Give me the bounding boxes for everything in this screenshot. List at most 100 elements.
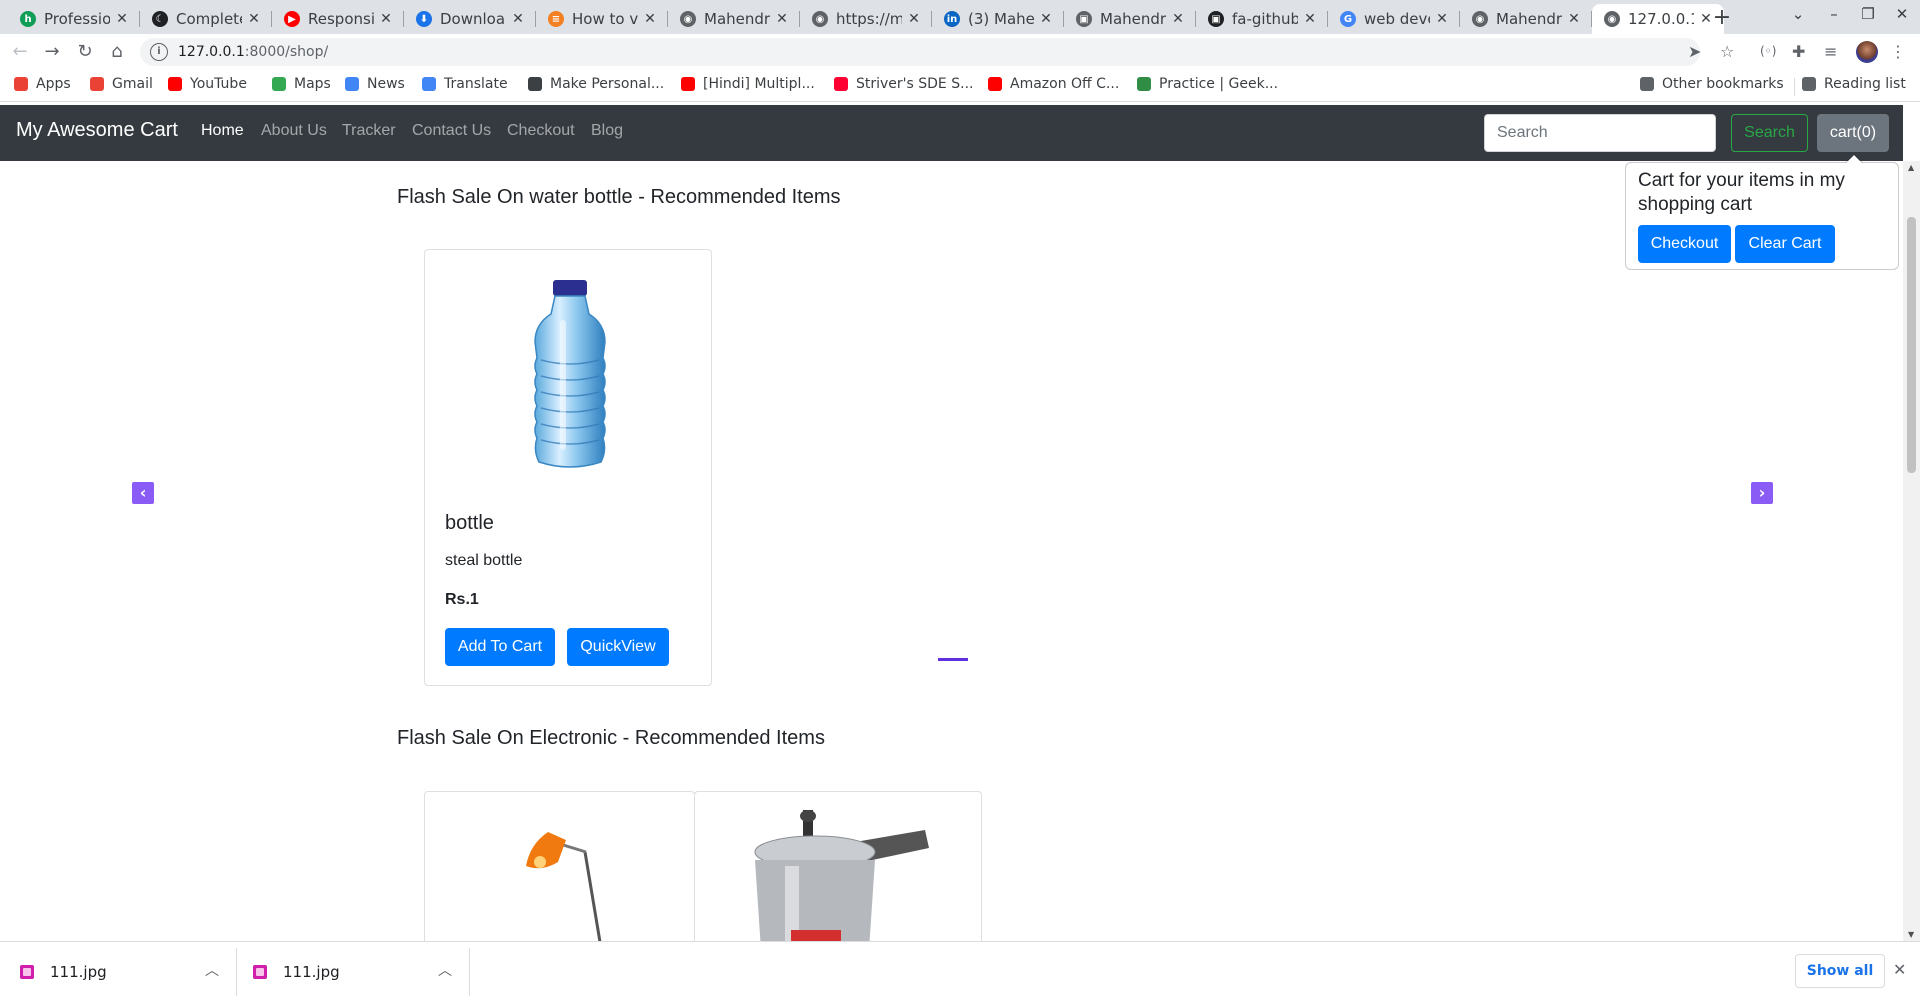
tab-close-icon[interactable]: ✕ [510,11,526,27]
tab-close-icon[interactable]: ✕ [246,11,262,27]
home-icon[interactable]: ⌂ [105,40,129,64]
bookmark-item[interactable]: Maps [272,76,331,92]
bookmark-item[interactable]: [Hindi] Multipl... [681,76,815,92]
tab-close-icon[interactable]: ✕ [642,11,658,27]
add-to-cart-button[interactable]: Add To Cart [445,628,555,666]
tab-close-icon[interactable]: ✕ [906,11,922,27]
bookmark-label: Amazon Off C... [1010,76,1120,92]
forward-icon[interactable]: → [40,40,64,64]
scroll-down-icon[interactable]: ▼ [1908,930,1914,939]
chevron-up-icon[interactable]: ︿ [438,960,452,980]
clear-cart-button[interactable]: Clear Cart [1735,225,1835,263]
send-icon[interactable]: ➤ [1688,42,1701,61]
reading-list-icon [1802,77,1816,91]
media-control-icon[interactable]: ≡ [1824,42,1837,61]
bookmark-item[interactable]: Apps [14,76,71,92]
download-item[interactable]: 111.jpg [20,942,220,1002]
tab-close-icon[interactable]: ✕ [1038,11,1054,27]
search-button[interactable]: Search [1731,114,1808,152]
close-window-icon[interactable]: ✕ [1887,5,1917,23]
browser-tab[interactable]: ◉127.0.0.1:✕ [1592,4,1724,34]
quickview-button[interactable]: QuickView [567,628,669,666]
browser-tab[interactable]: ◉ https://m ✕ [800,4,932,34]
browser-tab[interactable]: ◉ Mahendr ✕ [1460,4,1592,34]
download-item[interactable]: 111.jpg [253,942,453,1002]
extension-icon[interactable]: (◦) [1760,44,1776,58]
tab-close-icon[interactable]: ✕ [1566,11,1582,27]
tab-close-icon[interactable]: ✕ [378,11,394,27]
address-bar[interactable]: i 127.0.0.1:8000/shop/ [140,38,1700,66]
bookmark-favicon-icon [422,77,436,91]
nav-home[interactable]: Home [201,122,244,140]
scrollbar-thumb[interactable] [1907,217,1916,473]
new-tab-button[interactable]: + [1707,4,1737,32]
bookmark-label: Practice | Geek... [1159,76,1279,92]
reload-icon[interactable]: ↻ [73,40,97,64]
tab-close-icon[interactable]: ✕ [1434,11,1450,27]
show-all-button[interactable]: Show all [1795,954,1885,988]
bookmark-favicon-icon [90,77,104,91]
carousel-next-icon[interactable]: › [1751,482,1773,504]
cart-button[interactable]: cart(0) [1817,114,1889,152]
product-card: bottle steal bottle Rs.1 Add To Cart Qui… [424,249,712,686]
popover-text: Cart for your items in my shopping cart [1638,170,1845,215]
browser-tab[interactable]: ▶ Responsi ✕ [272,4,404,34]
bookmark-item[interactable]: Practice | Geek... [1137,76,1278,92]
nav-about[interactable]: About Us [261,122,327,140]
reading-list[interactable]: Reading list [1802,76,1906,92]
browser-tab[interactable]: h Professio ✕ [8,4,140,34]
scroll-up-icon[interactable]: ▲ [1908,163,1914,172]
tab-favicon-icon: ▣ [1208,11,1224,27]
tab-title: (3) Mahen [968,10,1034,28]
brand[interactable]: My Awesome Cart [16,119,178,142]
tab-title: Downloa [440,10,506,28]
restore-icon[interactable]: ❐ [1853,5,1883,23]
bookmark-label: Gmail [112,76,153,92]
browser-tab[interactable]: ▣ Mahendr ✕ [1064,4,1196,34]
tab-favicon-icon: in [944,11,960,27]
bookmark-item[interactable]: Gmail [90,76,153,92]
menu-icon[interactable]: ⋮ [1890,42,1906,61]
browser-tab[interactable]: in (3) Mahen✕ [932,4,1064,34]
browser-tab[interactable]: ☾ Complete ✕ [140,4,272,34]
bookmark-item[interactable]: YouTube [168,76,247,92]
extensions-puzzle-icon[interactable]: ✚ [1792,42,1805,61]
browser-tab[interactable]: Gweb deve ✕ [1328,4,1460,34]
other-bookmarks[interactable]: Other bookmarks [1640,76,1784,92]
nav-checkout[interactable]: Checkout [507,122,575,140]
tab-close-icon[interactable]: ✕ [114,11,130,27]
chevron-up-icon[interactable]: ︿ [205,960,219,980]
bookmark-star-icon[interactable]: ☆ [1720,42,1734,61]
search-input[interactable] [1484,114,1716,152]
tab-close-icon[interactable]: ✕ [1170,11,1186,27]
browser-tab[interactable]: ◉ Mahendr ✕ [668,4,800,34]
bookmark-favicon-icon [528,77,542,91]
browser-tab[interactable]: ⬇ Downloa ✕ [404,4,536,34]
profile-avatar[interactable] [1856,41,1878,63]
page-scrollbar[interactable]: ▲ ▼ [1903,161,1920,941]
bookmark-item[interactable]: Make Personal... [528,76,664,92]
bookmark-item[interactable]: News [345,76,405,92]
carousel-indicator[interactable] [938,658,968,661]
nav-blog[interactable]: Blog [591,122,623,140]
carousel-prev-icon[interactable]: ‹ [132,482,154,504]
tab-favicon-icon: ▣ [1076,11,1092,27]
bookmark-item[interactable]: Striver's SDE S... [834,76,973,92]
popover-checkout-button[interactable]: Checkout [1638,225,1731,263]
nav-tracker[interactable]: Tracker [342,122,396,140]
tab-close-icon[interactable]: ✕ [774,11,790,27]
tab-favicon-icon: G [1340,11,1356,27]
close-downloads-icon[interactable]: ✕ [1893,960,1906,979]
browser-tab[interactable]: ≡ How to vi ✕ [536,4,668,34]
back-icon[interactable]: ← [8,40,32,64]
site-info-icon[interactable]: i [150,43,168,61]
tab-search-icon[interactable]: ⌄ [1783,5,1813,23]
minimize-icon[interactable]: – [1819,5,1849,23]
bookmark-item[interactable]: Amazon Off C... [988,76,1119,92]
tab-title: Mahendr [1496,10,1562,28]
bookmark-item[interactable]: Translate [422,76,508,92]
browser-tab[interactable]: ▣ fa-github ✕ [1196,4,1328,34]
tab-close-icon[interactable]: ✕ [1302,11,1318,27]
nav-contact[interactable]: Contact Us [412,122,491,140]
tab-title: Complete [176,10,242,28]
